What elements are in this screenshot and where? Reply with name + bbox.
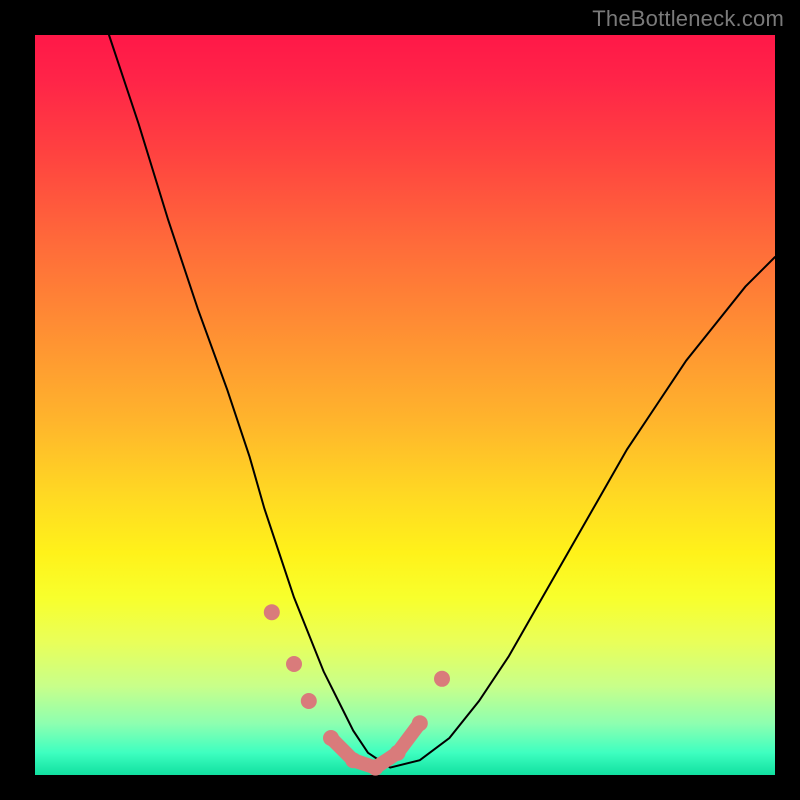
bottleneck-curve	[35, 35, 775, 775]
highlight-dot	[286, 656, 302, 672]
highlight-dot	[301, 693, 317, 709]
plot-area	[35, 35, 775, 775]
highlight-dots	[264, 604, 450, 775]
highlight-dot	[367, 760, 383, 776]
highlight-dot	[412, 715, 428, 731]
highlight-dot	[323, 730, 339, 746]
highlight-dot	[345, 752, 361, 768]
chart-frame: TheBottleneck.com	[0, 0, 800, 800]
watermark-text: TheBottleneck.com	[592, 6, 784, 32]
highlight-dot	[434, 671, 450, 687]
curve-line	[109, 35, 775, 768]
highlight-dot	[390, 745, 406, 761]
highlight-dot	[264, 604, 280, 620]
